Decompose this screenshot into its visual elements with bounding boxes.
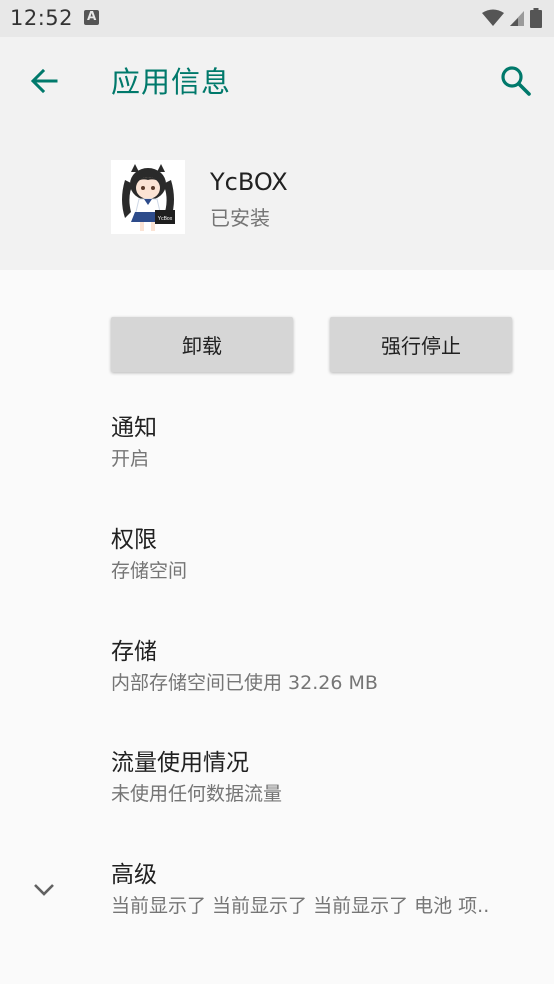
battery-icon	[530, 8, 542, 28]
expand-advanced-button[interactable]	[30, 876, 58, 904]
app-icon: YcBox	[111, 160, 185, 234]
pref-summary: 开启	[111, 448, 150, 470]
svg-text:YcBox: YcBox	[158, 216, 173, 222]
pref-title: 高级	[111, 862, 157, 888]
status-time: 12:52	[10, 6, 74, 30]
app-name: YcBOX	[210, 168, 288, 196]
force-stop-button[interactable]: 强行停止	[330, 317, 512, 372]
app-info-header: 应用信息 YcBox YcBOX 已安装	[0, 37, 554, 270]
wifi-icon	[482, 9, 504, 26]
pref-title: 通知	[111, 415, 157, 441]
pref-summary: 存储空间	[111, 560, 188, 582]
pref-title: 流量使用情况	[111, 750, 249, 776]
back-button[interactable]	[26, 63, 62, 99]
search-button[interactable]	[498, 63, 534, 99]
pref-summary: 内部存储空间已使用 32.26 MB	[111, 672, 378, 694]
page-title: 应用信息	[111, 65, 232, 99]
pref-advanced[interactable]: 高级 当前显示了 当前显示了 当前显示了 电池 项..	[111, 861, 489, 919]
pref-title: 权限	[111, 527, 157, 553]
app-logo-icon: YcBox	[111, 160, 185, 234]
keyboard-a-icon	[84, 9, 99, 25]
pref-notifications[interactable]: 通知 开启	[111, 414, 157, 472]
pref-data-usage[interactable]: 流量使用情况 未使用任何数据流量	[111, 749, 282, 807]
status-bar: 12:52	[0, 0, 554, 37]
pref-permissions[interactable]: 权限 存储空间	[111, 526, 187, 584]
pref-summary: 当前显示了 当前显示了 当前显示了 电池 项..	[111, 895, 490, 917]
chevron-down-icon	[34, 884, 54, 896]
pref-title: 存储	[111, 639, 157, 665]
signal-icon	[510, 11, 524, 26]
search-icon	[501, 66, 531, 96]
pref-summary: 未使用任何数据流量	[111, 783, 283, 805]
app-install-status: 已安装	[210, 206, 270, 230]
pref-storage[interactable]: 存储 内部存储空间已使用 32.26 MB	[111, 638, 378, 696]
uninstall-button[interactable]: 卸载	[111, 317, 293, 372]
status-icons	[482, 6, 542, 30]
arrow-back-icon	[30, 68, 58, 94]
